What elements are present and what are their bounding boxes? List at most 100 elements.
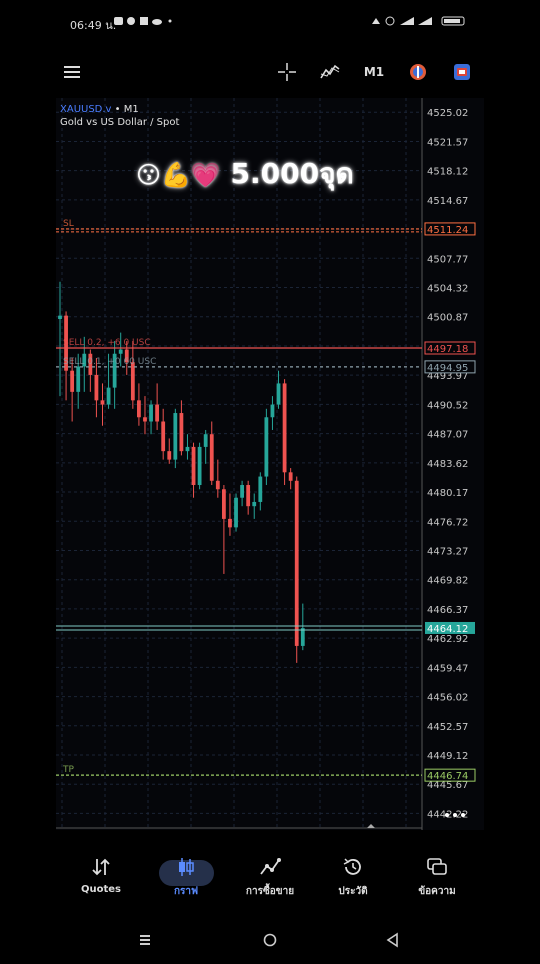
price-chart[interactable]: 4525.024521.574518.124514.674511.224507.… xyxy=(56,98,484,830)
candle-body xyxy=(106,387,111,405)
y-axis-tick-label: 4514.67 xyxy=(427,196,468,207)
candle-body xyxy=(149,404,153,422)
y-axis-tick-label: 4459.47 xyxy=(427,663,468,674)
back-icon[interactable] xyxy=(386,932,398,948)
battery-level xyxy=(444,19,460,23)
objects-button[interactable] xyxy=(407,60,429,84)
candle-body xyxy=(94,374,99,401)
sl-line-tag: 4511.24 xyxy=(427,225,468,236)
nav-item-history[interactable]: ประวัติ xyxy=(308,856,398,899)
home-icon[interactable] xyxy=(263,933,277,947)
system-status-icons xyxy=(370,16,470,29)
candle-body xyxy=(173,413,178,460)
timeframe-button[interactable]: M1 xyxy=(362,60,386,84)
nav-item-trade[interactable]: การซื้อขาย xyxy=(225,856,315,899)
candle-body xyxy=(161,421,166,452)
crosshair-button[interactable] xyxy=(276,60,298,84)
y-axis-tick-label: 4483.62 xyxy=(427,459,468,470)
chart-icon xyxy=(179,858,194,876)
symbol-timeframe: M1 xyxy=(123,104,139,115)
tp-label: TP xyxy=(62,765,74,775)
system-status-svg xyxy=(372,16,465,26)
symbol-header: XAUUSD.v • M1 xyxy=(60,104,139,115)
candle-body xyxy=(258,476,263,502)
signal-icon xyxy=(400,17,432,25)
overlay-text: 5.000จุด xyxy=(230,157,354,190)
candle-body xyxy=(155,404,160,422)
chart-canvas[interactable]: 4525.024521.574518.124514.674511.224507.… xyxy=(56,98,484,830)
candle-body xyxy=(130,362,135,401)
candle-body xyxy=(234,497,238,528)
y-axis-tick-label: 4466.37 xyxy=(427,605,468,616)
candle-body xyxy=(203,434,208,447)
alarm-icon xyxy=(372,18,380,24)
candle-body xyxy=(228,518,232,528)
messages-icon xyxy=(427,858,447,875)
candle-body xyxy=(246,485,251,507)
nav-item-messages[interactable]: ข้อความ xyxy=(392,856,482,899)
candle-body xyxy=(300,628,305,646)
hamburger-icon xyxy=(64,66,80,78)
current-price-tag: 4464.12 xyxy=(427,624,468,635)
nav-item-quotes[interactable]: Quotes xyxy=(56,856,146,895)
candle-body xyxy=(70,370,75,392)
square-icon xyxy=(140,17,148,25)
y-axis-tick-label: 4480.17 xyxy=(427,488,468,499)
status-time: 06:49 น. xyxy=(70,19,117,32)
notification-icons xyxy=(114,16,174,29)
order2-label: SELL 0.1, +0 60 USC xyxy=(63,357,156,367)
candle-body xyxy=(58,315,62,320)
more-dots-icon xyxy=(445,813,465,817)
candle-body xyxy=(191,446,196,486)
candle-body xyxy=(221,489,226,519)
indicator-icon xyxy=(320,64,340,79)
y-axis-tick-label: 4462.92 xyxy=(427,634,468,645)
recents-icon[interactable] xyxy=(140,935,150,945)
youtube-icon xyxy=(114,17,123,25)
nav-label-quotes: Quotes xyxy=(80,884,121,895)
indicators-button[interactable] xyxy=(318,60,342,84)
trade-icon xyxy=(454,64,470,80)
y-axis-tick-label: 4500.87 xyxy=(427,313,468,324)
y-axis-tick-label: 4521.57 xyxy=(427,137,468,148)
candle-body xyxy=(137,400,141,418)
nav-item-chart[interactable]: กราฟ xyxy=(141,856,231,899)
candle-body xyxy=(294,480,299,646)
candle-body xyxy=(76,366,81,392)
candle-body xyxy=(100,400,105,405)
candle-body xyxy=(288,472,293,481)
candle-body xyxy=(270,404,275,418)
nav-label-trade: การซื้อขาย xyxy=(245,886,295,897)
tp-line-tag: 4446.74 xyxy=(427,771,468,782)
dot-icon xyxy=(168,19,172,23)
sl-label: SL xyxy=(63,219,74,229)
menu-button[interactable] xyxy=(62,60,84,84)
candle-body xyxy=(179,413,184,452)
objects-icon xyxy=(410,64,426,80)
wifi-icon xyxy=(385,16,395,26)
y-axis-tick-label: 4487.07 xyxy=(427,430,468,441)
candle-body xyxy=(264,417,269,477)
y-axis-tick-label: 4490.52 xyxy=(427,400,468,411)
status-bar: 06:49 น. xyxy=(0,0,540,44)
system-nav-svg xyxy=(140,932,398,948)
y-axis-tick-label: 4469.82 xyxy=(427,576,468,587)
y-axis-tick-label: 4476.72 xyxy=(427,517,468,528)
history-icon xyxy=(343,858,361,875)
y-axis-tick-label: 4452.57 xyxy=(427,722,468,733)
quotes-icon xyxy=(92,858,110,876)
candle-body xyxy=(143,417,147,422)
candle-body xyxy=(252,501,257,507)
symbol-description: Gold vs US Dollar / Spot xyxy=(60,117,180,128)
current-bar-marker xyxy=(367,824,375,828)
new-order-button[interactable] xyxy=(451,60,473,84)
order1-label: SELL 0.2, +6 0 USC xyxy=(63,338,151,348)
overlay-caption: 😗💪💗 5.000จุด xyxy=(136,152,354,196)
notification-icons-svg xyxy=(114,17,172,25)
candle-body xyxy=(282,383,287,473)
trade-line-icon xyxy=(260,858,281,875)
symbol-separator: • xyxy=(114,104,124,115)
candle-body xyxy=(276,383,281,405)
candle-body xyxy=(167,451,172,460)
more-options-button[interactable] xyxy=(444,806,466,820)
